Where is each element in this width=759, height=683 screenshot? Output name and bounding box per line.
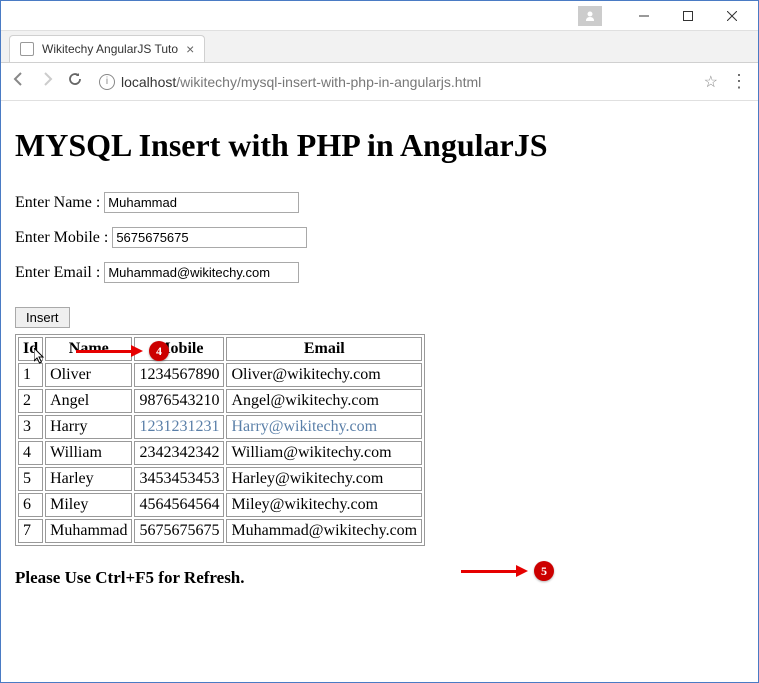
cell-email: William@wikitechy.com xyxy=(226,441,422,465)
cell-id: 4 xyxy=(18,441,43,465)
table-row: 1Oliver1234567890Oliver@wikitechy.com xyxy=(18,363,422,387)
annotation-arrow-5: 5 xyxy=(461,561,554,581)
cell-mobile: 2342342342 xyxy=(134,441,224,465)
tab-strip: Wikitechy AngularJS Tuto × xyxy=(1,31,758,63)
cell-mobile: 5675675675 xyxy=(134,519,224,543)
menu-button[interactable]: ⋮ xyxy=(730,71,748,92)
th-id: Id xyxy=(18,337,43,361)
close-icon[interactable]: × xyxy=(186,41,194,57)
user-icon[interactable] xyxy=(578,6,602,26)
minimize-button[interactable] xyxy=(622,2,666,30)
info-icon[interactable]: i xyxy=(99,74,115,90)
cell-id: 1 xyxy=(18,363,43,387)
th-email: Email xyxy=(226,337,422,361)
tab-favicon-icon xyxy=(20,42,34,56)
cell-mobile: 9876543210 xyxy=(134,389,224,413)
cell-name: Angel xyxy=(45,389,132,413)
browser-window: Wikitechy AngularJS Tuto × i localhost/w… xyxy=(0,0,759,683)
refresh-message: Please Use Ctrl+F5 for Refresh. xyxy=(15,568,744,588)
cell-id: 3 xyxy=(18,415,43,439)
annotation-badge-5: 5 xyxy=(534,561,554,581)
email-row: Enter Email : xyxy=(15,262,744,283)
cell-mobile: 4564564564 xyxy=(134,493,224,517)
table-row: 4William2342342342William@wikitechy.com xyxy=(18,441,422,465)
titlebar-controls xyxy=(578,2,754,30)
cell-email: Muhammad@wikitechy.com xyxy=(226,519,422,543)
annotation-badge-4: 4 xyxy=(149,341,169,361)
mobile-row: Enter Mobile : xyxy=(15,227,744,248)
cell-id: 6 xyxy=(18,493,43,517)
email-input[interactable] xyxy=(104,262,299,283)
annotation-arrow-4: 4 xyxy=(76,341,169,361)
table-row: 3Harry1231231231Harry@wikitechy.com xyxy=(18,415,422,439)
cell-email: Harry@wikitechy.com xyxy=(226,415,422,439)
reload-button[interactable] xyxy=(67,71,83,92)
table-row: 6Miley4564564564Miley@wikitechy.com xyxy=(18,493,422,517)
bookmark-button[interactable]: ☆ xyxy=(704,72,718,92)
cell-name: Harry xyxy=(45,415,132,439)
cell-mobile: 1234567890 xyxy=(134,363,224,387)
cell-email: Miley@wikitechy.com xyxy=(226,493,422,517)
cell-name: Harley xyxy=(45,467,132,491)
cell-name: Muhammad xyxy=(45,519,132,543)
table-row: 5Harley3453453453Harley@wikitechy.com xyxy=(18,467,422,491)
page-content: MYSQL Insert with PHP in AngularJS Enter… xyxy=(1,101,758,604)
data-table: Id Name Mobile Email 1Oliver1234567890Ol… xyxy=(15,334,425,546)
mobile-input[interactable] xyxy=(112,227,307,248)
cell-id: 7 xyxy=(18,519,43,543)
tab-title: Wikitechy AngularJS Tuto xyxy=(42,42,178,56)
cell-email: Angel@wikitechy.com xyxy=(226,389,422,413)
browser-tab[interactable]: Wikitechy AngularJS Tuto × xyxy=(9,35,205,62)
insert-button[interactable]: Insert xyxy=(15,307,70,328)
url-host: localhost xyxy=(121,74,176,90)
close-button[interactable] xyxy=(710,2,754,30)
back-button[interactable] xyxy=(11,71,27,92)
window-titlebar xyxy=(1,1,758,31)
cell-email: Oliver@wikitechy.com xyxy=(226,363,422,387)
name-input[interactable] xyxy=(104,192,299,213)
address-bar: i localhost/wikitechy/mysql-insert-with-… xyxy=(1,63,758,101)
table-row: 7Muhammad5675675675Muhammad@wikitechy.co… xyxy=(18,519,422,543)
mobile-label: Enter Mobile : xyxy=(15,229,108,247)
cell-id: 5 xyxy=(18,467,43,491)
maximize-button[interactable] xyxy=(666,2,710,30)
cell-name: Oliver xyxy=(45,363,132,387)
url-input[interactable]: i localhost/wikitechy/mysql-insert-with-… xyxy=(95,70,692,94)
cell-name: Miley xyxy=(45,493,132,517)
name-row: Enter Name : xyxy=(15,192,744,213)
page-title: MYSQL Insert with PHP in AngularJS xyxy=(15,127,744,164)
name-label: Enter Name : xyxy=(15,194,100,212)
cell-id: 2 xyxy=(18,389,43,413)
forward-button[interactable] xyxy=(39,71,55,92)
url-path: /wikitechy/mysql-insert-with-php-in-angu… xyxy=(176,74,481,90)
cell-name: William xyxy=(45,441,132,465)
cell-mobile: 3453453453 xyxy=(134,467,224,491)
cell-mobile: 1231231231 xyxy=(134,415,224,439)
cell-email: Harley@wikitechy.com xyxy=(226,467,422,491)
table-row: 2Angel9876543210Angel@wikitechy.com xyxy=(18,389,422,413)
email-label: Enter Email : xyxy=(15,264,100,282)
